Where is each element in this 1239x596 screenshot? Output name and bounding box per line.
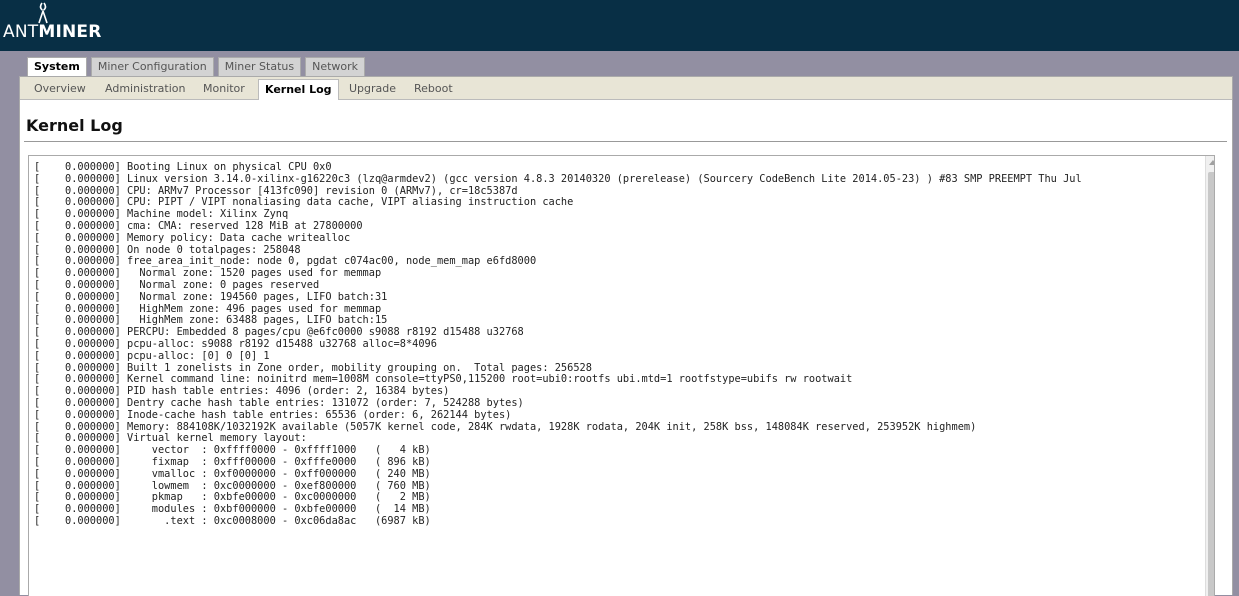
main-tabs: System Miner Configuration Miner Status … [27, 57, 369, 77]
scroll-up-arrow-icon[interactable] [1209, 160, 1214, 165]
subtab-reboot[interactable]: Reboot [414, 82, 453, 95]
subtab-upgrade[interactable]: Upgrade [349, 82, 396, 95]
top-header: ANTMINER [0, 0, 1239, 51]
tab-network[interactable]: Network [305, 57, 366, 76]
subtab-monitor[interactable]: Monitor [203, 82, 245, 95]
tab-miner-configuration[interactable]: Miner Configuration [90, 57, 214, 76]
page-title: Kernel Log [26, 116, 123, 135]
subtab-kernel-log[interactable]: Kernel Log [258, 79, 339, 100]
kernel-log-textarea[interactable]: [ 0.000000] Booting Linux on physical CP… [28, 155, 1215, 596]
log-scrollbar[interactable] [1205, 156, 1214, 596]
subtab-administration[interactable]: Administration [105, 82, 186, 95]
tab-miner-status[interactable]: Miner Status [217, 57, 302, 76]
content-panel: Overview Administration Monitor Kernel L… [19, 76, 1233, 596]
tab-system[interactable]: System [27, 57, 87, 77]
scrollbar-thumb[interactable] [1208, 172, 1214, 596]
brand-suffix: MINER [38, 22, 102, 42]
brand-prefix: ANT [3, 22, 39, 42]
kernel-log-text: [ 0.000000] Booting Linux on physical CP… [34, 161, 1082, 527]
title-divider [24, 141, 1227, 142]
sub-navigation: Overview Administration Monitor Kernel L… [20, 77, 1232, 100]
subtab-overview[interactable]: Overview [34, 82, 86, 95]
antminer-logo-icon [38, 2, 48, 24]
brand-logo[interactable]: ANTMINER [3, 22, 102, 42]
